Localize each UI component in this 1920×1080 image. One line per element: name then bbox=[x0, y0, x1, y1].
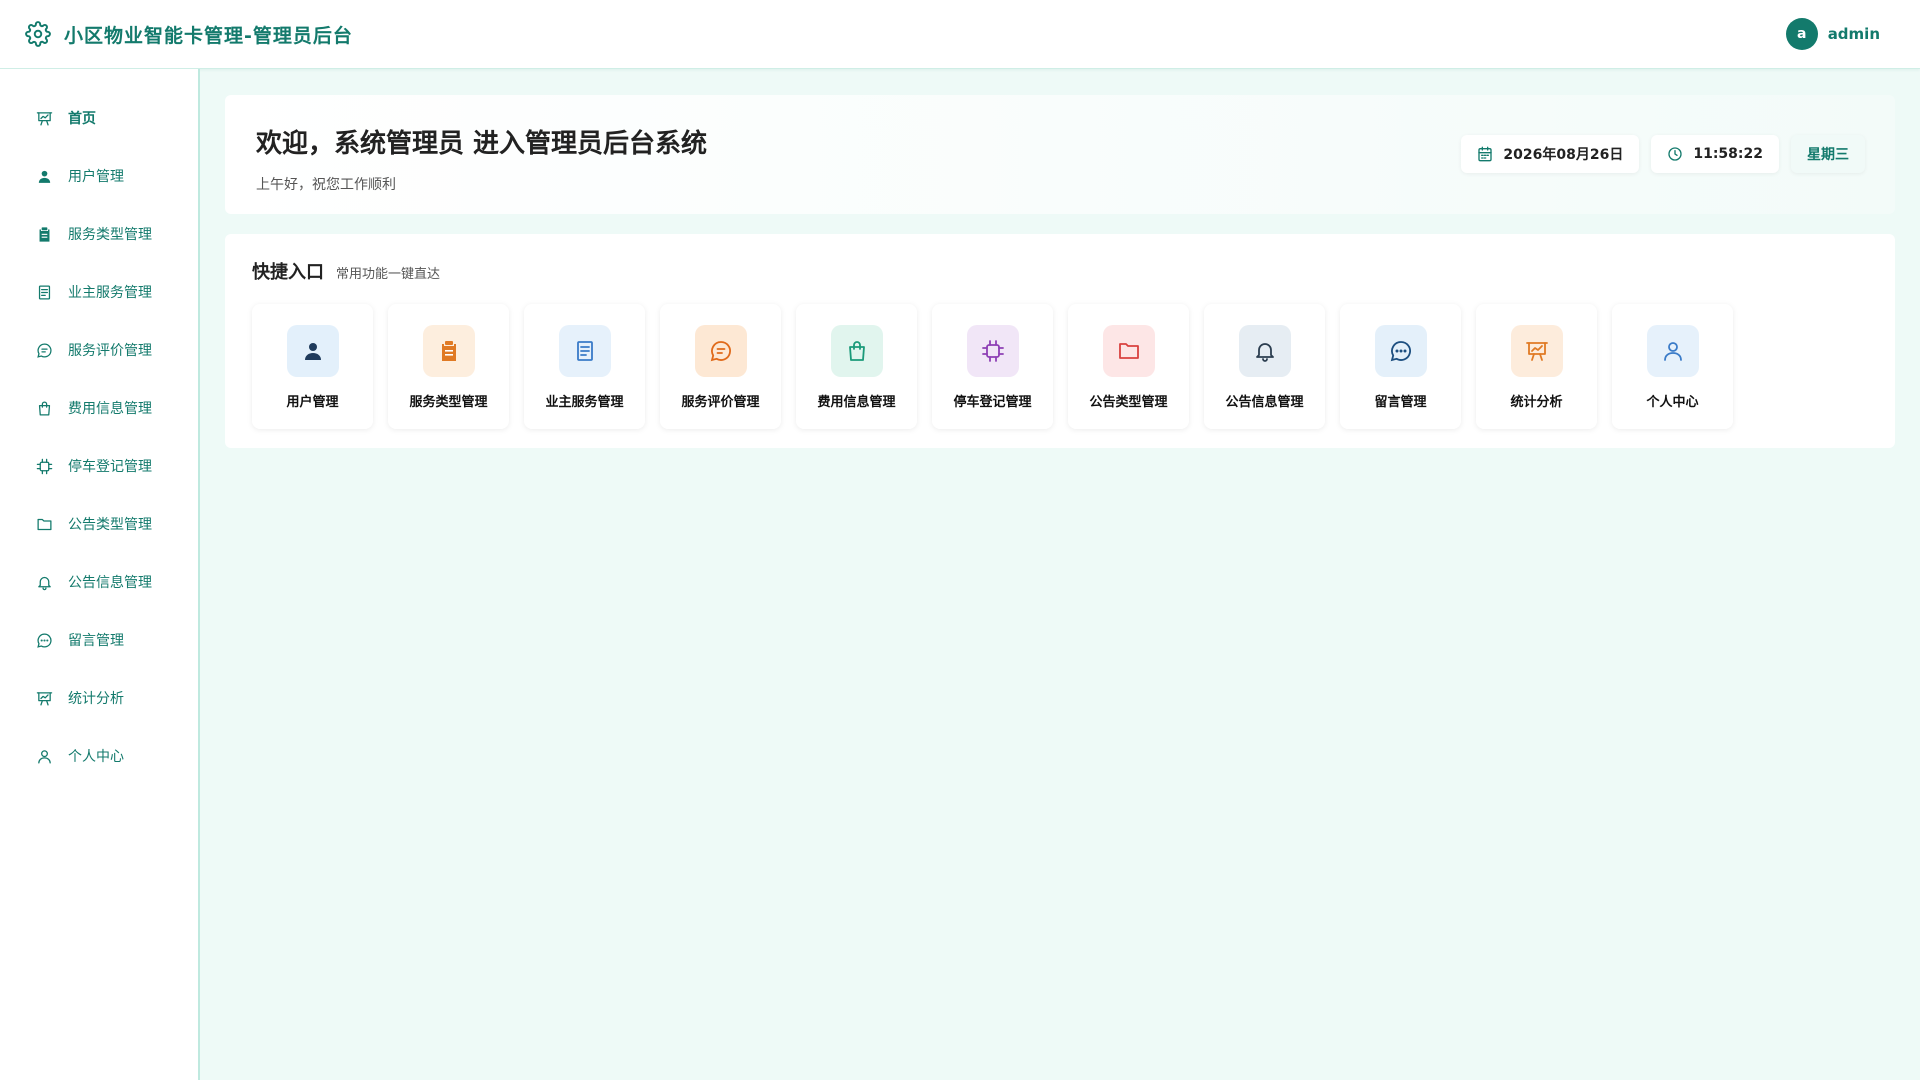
weekday-text: 星期三 bbox=[1807, 147, 1849, 163]
quick-tile-label: 留言管理 bbox=[1374, 395, 1427, 410]
sidebar-item-label: 停车登记管理 bbox=[68, 459, 152, 475]
comment-icon bbox=[694, 325, 747, 377]
sidebar-item-7[interactable]: 公告类型管理 bbox=[0, 495, 198, 553]
quick-tile-5[interactable]: 停车登记管理 bbox=[932, 304, 1053, 429]
date-text: 2026年08月26日 bbox=[1503, 147, 1624, 163]
quick-tile-label: 停车登记管理 bbox=[953, 395, 1032, 410]
sidebar-item-3[interactable]: 业主服务管理 bbox=[0, 263, 198, 321]
document-icon bbox=[34, 282, 54, 302]
bell-icon bbox=[1238, 325, 1291, 377]
user-name[interactable]: admin bbox=[1828, 25, 1880, 43]
time-text: 11:58:22 bbox=[1693, 146, 1763, 162]
chat-icon bbox=[1374, 325, 1427, 377]
bell-icon bbox=[34, 572, 54, 592]
app-title: 小区物业智能卡管理-管理员后台 bbox=[64, 24, 353, 47]
quick-tile-label: 公告信息管理 bbox=[1225, 395, 1304, 410]
sidebar-item-6[interactable]: 停车登记管理 bbox=[0, 437, 198, 495]
presentation-icon bbox=[1510, 325, 1563, 377]
quick-tile-8[interactable]: 留言管理 bbox=[1340, 304, 1461, 429]
time-chip: 11:58:22 bbox=[1651, 135, 1779, 173]
folder-icon bbox=[34, 514, 54, 534]
sidebar-item-label: 公告类型管理 bbox=[68, 517, 152, 533]
user-outline-icon bbox=[1646, 325, 1699, 377]
quick-tile-6[interactable]: 公告类型管理 bbox=[1068, 304, 1189, 429]
quick-tile-2[interactable]: 业主服务管理 bbox=[524, 304, 645, 429]
quick-tile-label: 服务类型管理 bbox=[409, 395, 488, 410]
sidebar-item-2[interactable]: 服务类型管理 bbox=[0, 205, 198, 263]
quick-tile-7[interactable]: 公告信息管理 bbox=[1204, 304, 1325, 429]
quick-tile-4[interactable]: 费用信息管理 bbox=[796, 304, 917, 429]
sidebar-item-label: 业主服务管理 bbox=[68, 285, 152, 301]
sidebar-item-11[interactable]: 个人中心 bbox=[0, 727, 198, 785]
quick-tile-label: 统计分析 bbox=[1510, 395, 1563, 410]
welcome-banner: 欢迎，系统管理员 进入管理员后台系统 上午好，祝您工作顺利 2026年08月26… bbox=[225, 95, 1895, 214]
quick-tile-10[interactable]: 个人中心 bbox=[1612, 304, 1733, 429]
calendar-icon bbox=[1477, 146, 1493, 162]
sidebar-item-label: 服务类型管理 bbox=[68, 227, 152, 243]
sidebar-item-9[interactable]: 留言管理 bbox=[0, 611, 198, 669]
chat-icon bbox=[34, 630, 54, 650]
welcome-subtitle: 上午好，祝您工作顺利 bbox=[256, 177, 396, 193]
chip-icon bbox=[966, 325, 1019, 377]
quick-access-title: 快捷入口 bbox=[252, 262, 324, 283]
comment-icon bbox=[34, 340, 54, 360]
shopping-bag-icon bbox=[830, 325, 883, 377]
sidebar-item-label: 统计分析 bbox=[68, 691, 124, 707]
quick-tile-label: 费用信息管理 bbox=[817, 395, 896, 410]
user-icon bbox=[286, 325, 339, 377]
avatar[interactable]: a bbox=[1785, 18, 1818, 50]
sidebar-item-label: 费用信息管理 bbox=[68, 401, 152, 417]
folder-icon bbox=[1102, 325, 1155, 377]
chip-icon bbox=[34, 456, 54, 476]
user-outline-icon bbox=[34, 746, 54, 766]
quick-tile-label: 业主服务管理 bbox=[545, 395, 624, 410]
quick-access-subtitle: 常用功能一键直达 bbox=[336, 267, 441, 282]
sidebar: 首页用户管理服务类型管理 业主服务管理 服务评价管理 费用信息管理 停车登记管理 公告类型… bbox=[0, 69, 200, 1080]
sidebar-item-label: 个人中心 bbox=[68, 749, 124, 765]
quick-tile-0[interactable]: 用户管理 bbox=[252, 304, 373, 429]
sidebar-item-5[interactable]: 费用信息管理 bbox=[0, 379, 198, 437]
sidebar-item-8[interactable]: 公告信息管理 bbox=[0, 553, 198, 611]
quick-tile-label: 服务评价管理 bbox=[681, 395, 760, 410]
sidebar-item-label: 用户管理 bbox=[68, 169, 124, 185]
quick-tile-label: 个人中心 bbox=[1646, 395, 1699, 410]
shopping-bag-icon bbox=[34, 398, 54, 418]
sidebar-item-label: 服务评价管理 bbox=[68, 343, 152, 359]
clipboard-icon bbox=[422, 325, 475, 377]
sidebar-item-label: 留言管理 bbox=[68, 633, 124, 649]
sidebar-item-label: 公告信息管理 bbox=[68, 575, 152, 591]
sidebar-item-4[interactable]: 服务评价管理 bbox=[0, 321, 198, 379]
presentation-icon bbox=[34, 108, 54, 128]
quick-tile-9[interactable]: 统计分析 bbox=[1476, 304, 1597, 429]
weekday-chip: 星期三 bbox=[1791, 135, 1865, 173]
clipboard-icon bbox=[34, 224, 54, 244]
quick-tile-label: 用户管理 bbox=[286, 395, 339, 410]
quick-tile-label: 公告类型管理 bbox=[1089, 395, 1168, 410]
gear-icon bbox=[24, 20, 52, 48]
top-header: 小区物业智能卡管理-管理员后台 a admin bbox=[0, 0, 1920, 69]
sidebar-item-label: 首页 bbox=[68, 111, 96, 127]
date-chip: 2026年08月26日 bbox=[1461, 135, 1640, 173]
quick-tile-1[interactable]: 服务类型管理 bbox=[388, 304, 509, 429]
presentation-icon bbox=[34, 688, 54, 708]
quick-tile-3[interactable]: 服务评价管理 bbox=[660, 304, 781, 429]
clock-icon bbox=[1667, 146, 1683, 162]
sidebar-item-10[interactable]: 统计分析 bbox=[0, 669, 198, 727]
quick-access-panel: 快捷入口 常用功能一键直达 用户管理 服务类型管理 业主服务管理 服务评价管理 费用信息… bbox=[225, 234, 1895, 448]
user-menu[interactable]: a admin bbox=[1785, 18, 1880, 50]
sidebar-item-1[interactable]: 用户管理 bbox=[0, 147, 198, 205]
user-icon bbox=[34, 166, 54, 186]
sidebar-item-0[interactable]: 首页 bbox=[0, 89, 198, 147]
document-icon bbox=[558, 325, 611, 377]
